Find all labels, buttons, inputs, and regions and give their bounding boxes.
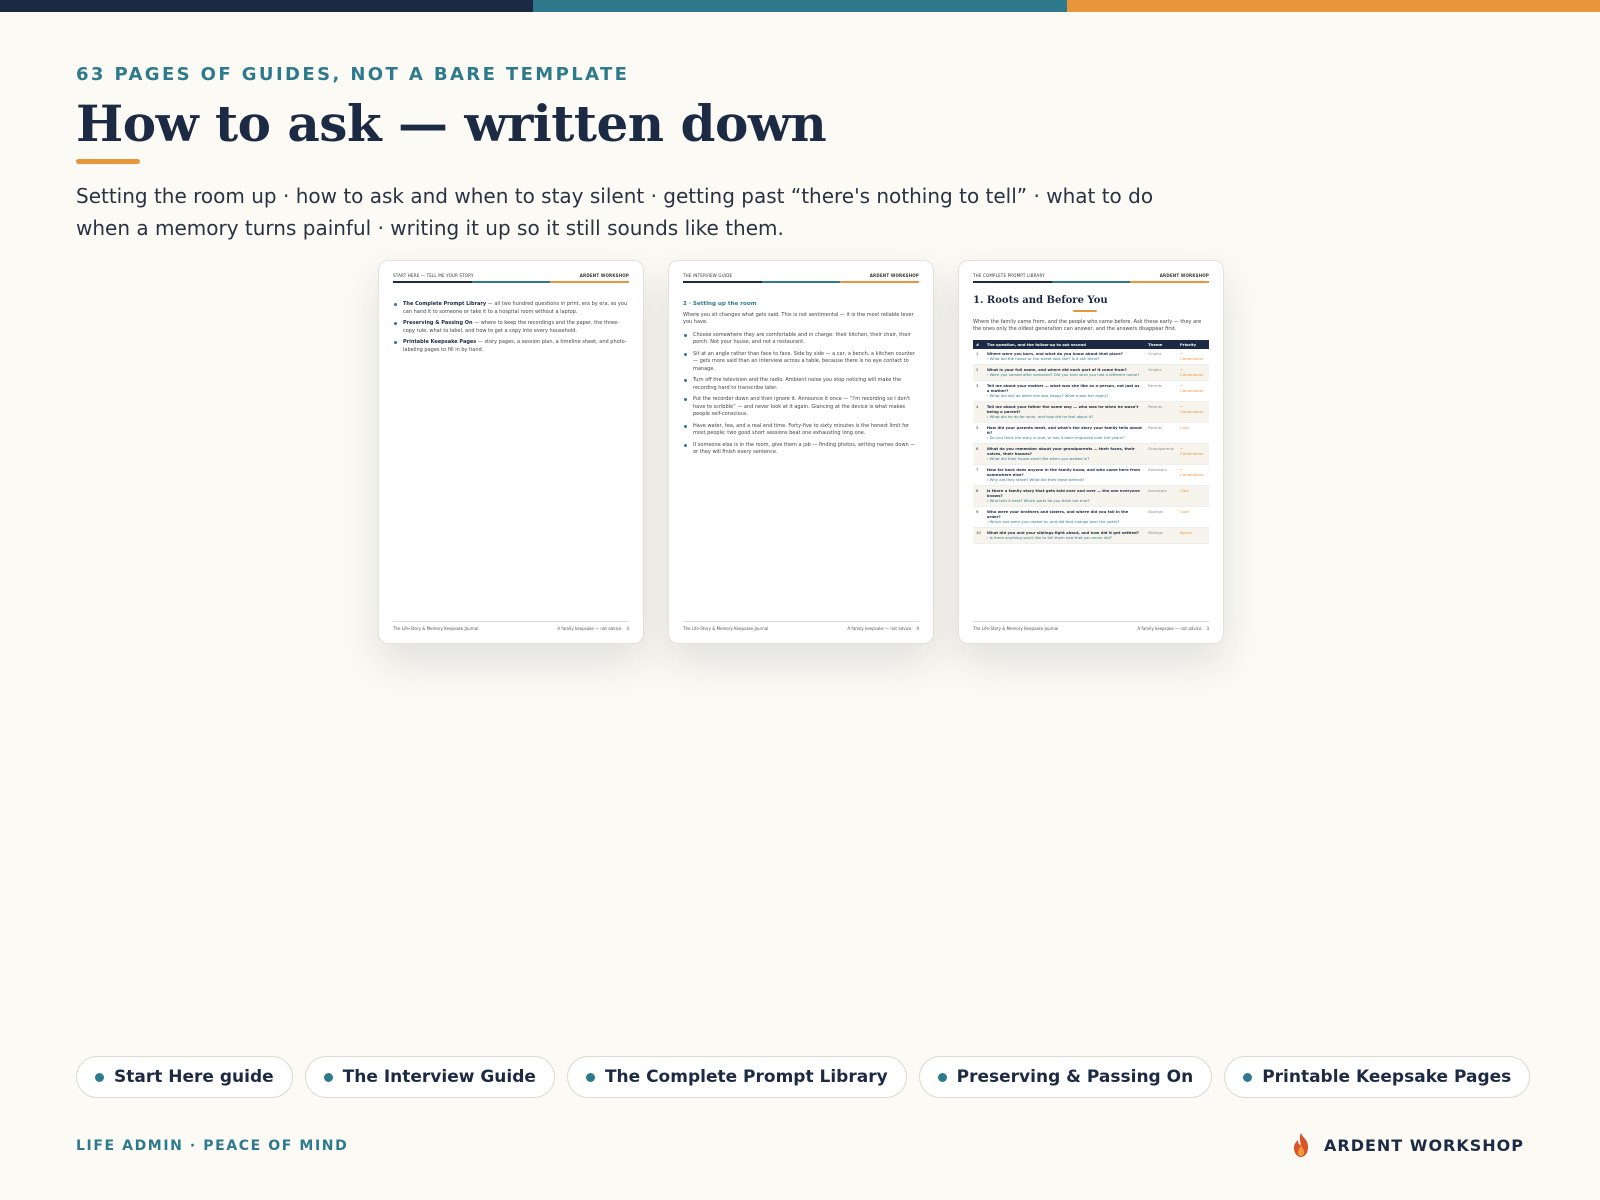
- page-previews: START HERE — TELL ME YOUR STORY ARDENT W…: [378, 260, 1224, 644]
- top-bar-orange: [1066, 0, 1600, 12]
- intro-text: Setting the room up · how to ask and whe…: [76, 184, 1154, 240]
- page-body: 1. Roots and Before You Where the family…: [973, 296, 1209, 544]
- table-row: 9 Who were your brothers and sisters, and…: [973, 506, 1209, 528]
- dot-icon: [585, 1072, 595, 1082]
- page-header-left: START HERE — TELL ME YOUR STORY: [393, 273, 474, 278]
- page-preview-prompt-library[interactable]: THE COMPLETE PROMPT LIBRARY ARDENT WORKS…: [958, 260, 1224, 644]
- prompt-table: # The question, and the follow-up to ask…: [973, 339, 1209, 544]
- page-body: The Complete Prompt Library — all two hu…: [393, 301, 629, 358]
- list-item: Turn off the television and the radio. A…: [683, 377, 919, 392]
- list-item: Put the recorder down and then ignore it…: [683, 396, 919, 419]
- dot-icon: [937, 1072, 947, 1082]
- section-chips: Start Here guide The Interview Guide The…: [76, 1056, 1531, 1098]
- dot-icon: [95, 1072, 104, 1082]
- page-header-left: THE COMPLETE PROMPT LIBRARY: [973, 273, 1045, 278]
- table-row: 2 What is your full name, and where did e…: [973, 364, 1209, 381]
- table-row: 10 What did you and your siblings fight a…: [973, 527, 1209, 544]
- table-row: 4 Tell me about your father the same way …: [973, 401, 1209, 423]
- table-header-row: # The question, and the follow-up to ask…: [973, 339, 1209, 349]
- lead-paragraph: Where you sit changes what gets said. Th…: [683, 311, 914, 326]
- table-row: 7 How far back does anyone in the family …: [973, 464, 1209, 486]
- chip-keepsake-pages[interactable]: Printable Keepsake Pages: [1224, 1056, 1531, 1098]
- page-header: THE COMPLETE PROMPT LIBRARY ARDENT WORKS…: [973, 273, 1209, 278]
- page-footer: The Life-Story & Memory Keepsake Journal…: [973, 621, 1209, 631]
- list-item: Have water, tea, and a real end time. Fo…: [683, 423, 919, 438]
- table-row: 1 Where were you born, and what do you kn…: [973, 348, 1209, 365]
- list-item: Choose somewhere they are comfortable an…: [683, 332, 919, 347]
- list-item: The Complete Prompt Library — all two hu…: [393, 301, 629, 316]
- page-header: THE INTERVIEW GUIDE ARDENT WORKSHOP: [683, 273, 919, 278]
- page-rule: [683, 281, 920, 283]
- list-item: Printable Keepsake Pages — story pages, …: [393, 339, 629, 354]
- dot-icon: [323, 1072, 333, 1082]
- chip-prompt-library[interactable]: The Complete Prompt Library: [566, 1056, 907, 1098]
- list-item: Sit at an angle rather than face to face…: [683, 351, 919, 374]
- top-bar-teal: [533, 0, 1067, 12]
- page-header-left: THE INTERVIEW GUIDE: [683, 273, 733, 278]
- chip-start-here[interactable]: Start Here guide: [76, 1056, 293, 1098]
- page-footer: The Life-Story & Memory Keepsake Journal…: [393, 621, 629, 631]
- page-rule: [393, 281, 630, 283]
- dot-icon: [1243, 1072, 1253, 1082]
- eyebrow: 63 PAGES OF GUIDES, NOT A BARE TEMPLATE: [76, 64, 630, 85]
- page-title: How to ask — written down: [76, 94, 827, 153]
- page-preview-start-here[interactable]: START HERE — TELL ME YOUR STORY ARDENT W…: [378, 260, 644, 644]
- section-underline: [1073, 309, 1097, 312]
- lead-paragraph: Where the family came from, and the peop…: [973, 318, 1202, 333]
- top-bar-navy: [0, 0, 534, 12]
- page-footer: The Life-Story & Memory Keepsake Journal…: [683, 621, 919, 631]
- page-rule: [973, 281, 1210, 283]
- footer-tagline: LIFE ADMIN · PEACE OF MIND: [76, 1138, 349, 1154]
- brand-name: ARDENT WORKSHOP: [1324, 1135, 1524, 1155]
- page-body: 2 · Setting up the room Where you sit ch…: [683, 301, 919, 461]
- page-header-right: ARDENT WORKSHOP: [1159, 273, 1209, 278]
- table-row: 5 How did your parents meet, and what's t…: [973, 422, 1209, 444]
- page-header-right: ARDENT WORKSHOP: [869, 273, 919, 278]
- table-row: 8 Is there a family story that gets told …: [973, 485, 1209, 507]
- page-header-right: ARDENT WORKSHOP: [579, 273, 629, 278]
- table-row: 6 What do you remember about your grandpa…: [973, 443, 1209, 465]
- title-underline: [76, 159, 140, 164]
- chip-interview-guide[interactable]: The Interview Guide: [304, 1056, 555, 1098]
- list-item: If someone else is in the room, give the…: [683, 442, 919, 457]
- chip-preserving[interactable]: Preserving & Passing On: [918, 1056, 1213, 1098]
- page-header: START HERE — TELL ME YOUR STORY ARDENT W…: [393, 273, 629, 278]
- list-item: Preserving & Passing On — where to keep …: [393, 320, 629, 335]
- flame-icon: [1294, 1133, 1308, 1157]
- brand-mark: ARDENT WORKSHOP: [1290, 1132, 1524, 1158]
- table-row: 3 Tell me about your mother — what was sh…: [973, 380, 1209, 402]
- section-title: 1. Roots and Before You: [973, 295, 1108, 306]
- top-color-bar: [0, 0, 1600, 12]
- page-preview-interview-guide[interactable]: THE INTERVIEW GUIDE ARDENT WORKSHOP 2 · …: [668, 260, 934, 644]
- section-heading: 2 · Setting up the room: [683, 301, 757, 307]
